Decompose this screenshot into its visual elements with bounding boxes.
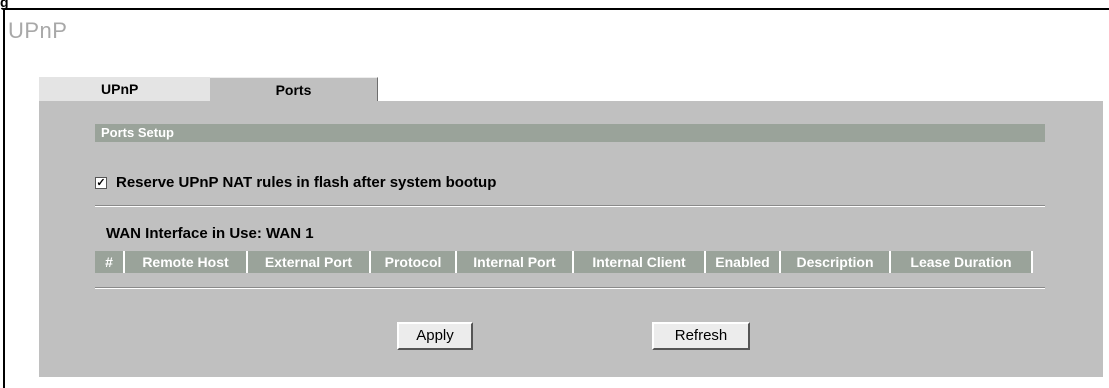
apply-button[interactable]: Apply	[397, 322, 473, 350]
column-header-lease-duration: Lease Duration	[891, 251, 1033, 273]
column-header-internal-client: Internal Client	[574, 251, 706, 273]
refresh-button[interactable]: Refresh	[652, 322, 750, 350]
divider	[95, 205, 1045, 207]
column-header-protocol: Protocol	[371, 251, 457, 273]
port-mapping-table-header: # Remote Host External Port Protocol Int…	[95, 251, 1033, 273]
reserve-nat-rules-checkbox[interactable]: ✓	[95, 177, 107, 189]
section-title-ports-setup: Ports Setup	[95, 124, 1045, 142]
column-header-remote-host: Remote Host	[125, 251, 248, 273]
column-header-internal-port: Internal Port	[457, 251, 574, 273]
divider	[95, 287, 1045, 289]
column-header-description: Description	[781, 251, 891, 273]
column-header-enabled: Enabled	[706, 251, 781, 273]
column-header-number: #	[95, 251, 125, 273]
reserve-nat-rules-label: Reserve UPnP NAT rules in flash after sy…	[116, 174, 497, 191]
wan-interface-label: WAN Interface in Use: WAN 1	[106, 225, 314, 242]
page-title: UPnP	[8, 18, 68, 43]
ports-panel: Ports Setup ✓ Reserve UPnP NAT rules in …	[39, 101, 1103, 377]
column-header-external-port: External Port	[248, 251, 371, 273]
tab-ports[interactable]: Ports	[210, 77, 378, 101]
tab-upnp[interactable]: UPnP	[39, 77, 210, 101]
